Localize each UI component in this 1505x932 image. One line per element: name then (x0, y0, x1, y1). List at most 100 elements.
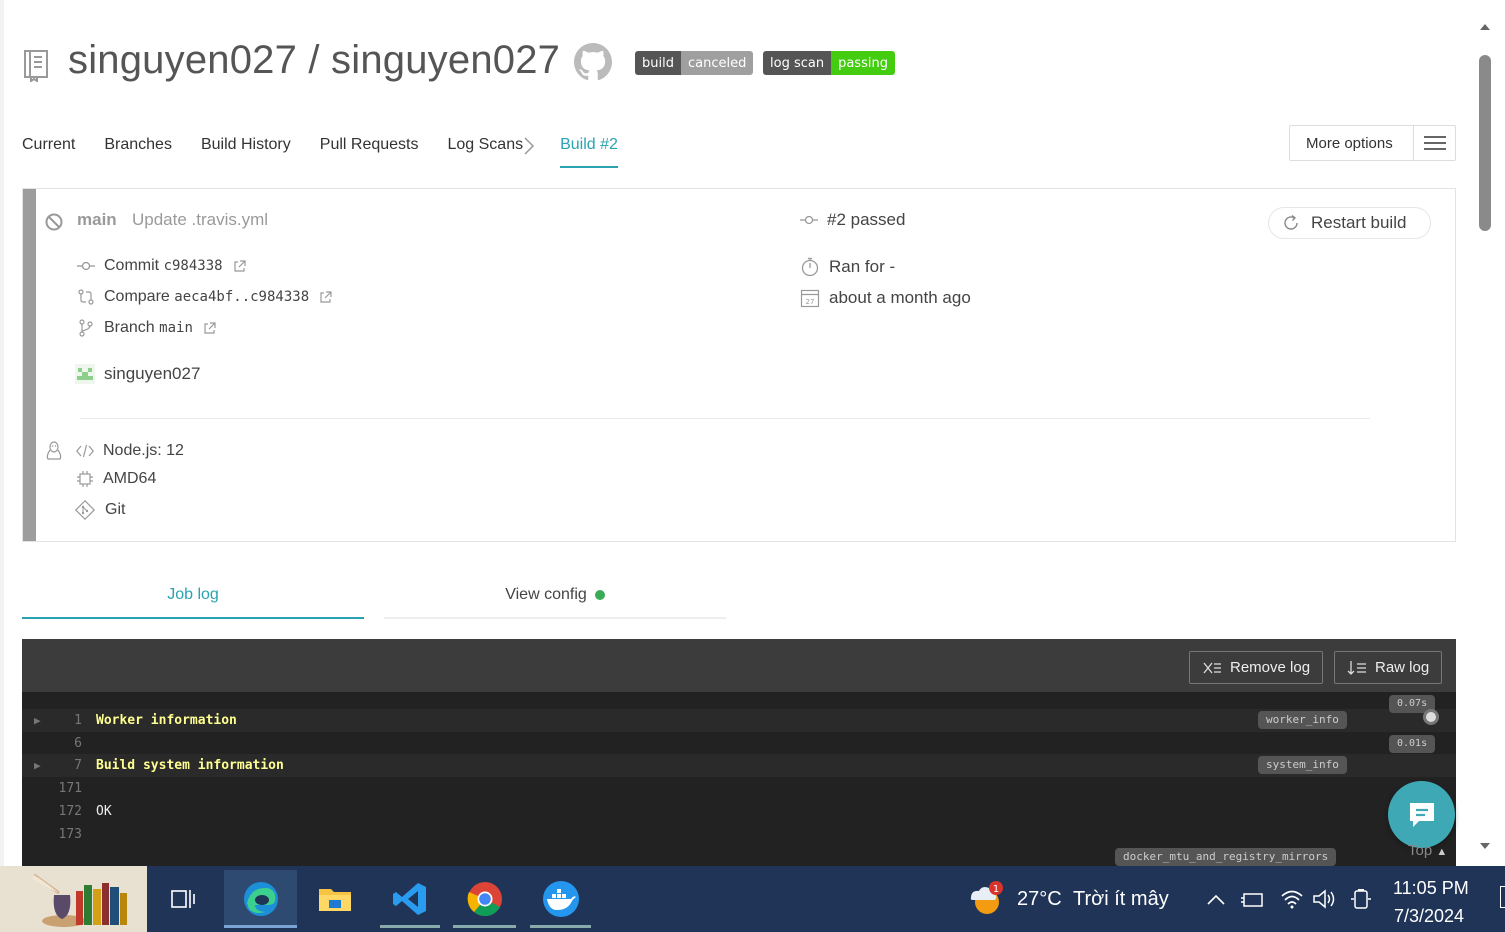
build-status-text: #2 passed (827, 210, 906, 229)
log-text: Worker information (96, 713, 237, 728)
restart-build-button[interactable]: Restart build (1268, 207, 1431, 239)
line-number[interactable]: 172 (52, 800, 82, 823)
task-view-button[interactable] (148, 870, 218, 928)
branch-label: Branch (104, 319, 155, 336)
log-follow-toggle[interactable] (1423, 709, 1439, 725)
build-duration: Ran for - (800, 257, 895, 277)
pen-device-icon[interactable] (1240, 890, 1266, 910)
log-line: 172 OK (22, 800, 1456, 823)
books-inkwell-icon (31, 873, 127, 927)
fold-arrow-icon[interactable]: ▶ (34, 754, 41, 777)
build-author: singuyen027 (75, 364, 200, 384)
scroll-up-arrow-icon[interactable] (1479, 22, 1491, 32)
speaker-icon[interactable] (1312, 888, 1336, 910)
log-line: 173 (22, 823, 1456, 846)
tab-build-history[interactable]: Build History (201, 134, 291, 168)
taskbar-file-explorer[interactable] (304, 870, 366, 928)
fold-arrow-icon[interactable]: ▶ (34, 709, 41, 732)
tab-build-2[interactable]: Build #2 (560, 134, 618, 168)
vcs-text: Git (105, 501, 126, 518)
taskbar-docker[interactable] (530, 870, 591, 928)
log-scan-badge[interactable]: log scan passing (763, 51, 895, 75)
repository-icon (24, 50, 48, 82)
wifi-icon[interactable] (1280, 888, 1304, 910)
scrollbar-thumb[interactable] (1479, 55, 1491, 231)
github-icon[interactable] (574, 43, 612, 81)
commit-link[interactable]: Commit c984338 (77, 257, 255, 275)
job-log-label: Job log (167, 586, 219, 603)
tab-view-config[interactable]: View config (384, 586, 726, 619)
chrome-icon (467, 882, 502, 917)
line-number[interactable]: 173 (52, 823, 82, 846)
badge-value: canceled (680, 51, 754, 75)
commit-icon (800, 215, 818, 225)
build-number-status[interactable]: #2 passed (800, 210, 905, 230)
raw-log-button[interactable]: Raw log (1334, 651, 1443, 684)
start-button[interactable] (0, 866, 147, 932)
repo-owner[interactable]: singuyen027 (68, 38, 297, 82)
clock-time[interactable]: 11:05 PM (1393, 878, 1469, 899)
remove-log-label: Remove log (1230, 659, 1311, 676)
battery-icon[interactable] (1350, 888, 1372, 910)
fold-tag: system_info (1258, 756, 1347, 774)
log-fold-worker-info[interactable]: ▶ 1 Worker information worker_info (22, 709, 1456, 732)
notification-icon[interactable] (1500, 886, 1505, 908)
language-info: Node.js: 12 (76, 442, 184, 460)
repo-title[interactable]: singuyen027 / singuyen027 (68, 38, 560, 83)
log-toolbar: Remove log Raw log (22, 639, 1456, 692)
raw-log-label: Raw log (1375, 659, 1430, 676)
tab-pull-requests[interactable]: Pull Requests (320, 134, 419, 168)
vscode-icon (393, 883, 426, 915)
taskbar-edge[interactable] (224, 870, 297, 928)
build-branch[interactable]: main (77, 210, 117, 230)
tab-branches[interactable]: Branches (104, 134, 172, 168)
fold-tag-docker: docker_mtu_and_registry_mirrors (1115, 848, 1337, 866)
compare-label: Compare (104, 288, 170, 305)
stopwatch-icon (801, 257, 819, 277)
running-indicator (530, 925, 591, 928)
ran-for-text: Ran for - (829, 257, 896, 276)
tab-job-log[interactable]: Job log (22, 586, 364, 619)
more-options-button[interactable]: More options (1289, 125, 1456, 161)
running-indicator (380, 925, 440, 928)
restart-icon (1284, 214, 1298, 230)
top-label: Top (1408, 842, 1433, 859)
weather-widget[interactable]: 1 27°C Trời ít mây (965, 870, 1180, 928)
raw-log-icon (1347, 660, 1366, 675)
repo-name[interactable]: singuyen027 (331, 38, 560, 82)
taskbar-vscode[interactable] (380, 870, 440, 928)
browser-page: singuyen027 / singuyen027 build canceled… (0, 0, 1478, 866)
git-icon (74, 499, 96, 521)
badge-key: build (635, 51, 681, 75)
log-text: OK (96, 804, 112, 819)
external-link-icon (320, 290, 332, 303)
compare-link[interactable]: Compare aeca4bf..c984338 (77, 288, 341, 306)
taskbar-chrome[interactable] (453, 870, 516, 928)
chat-icon (1409, 802, 1434, 827)
line-number[interactable]: 171 (52, 777, 82, 800)
chevron-up-icon[interactable] (1206, 894, 1226, 906)
scroll-down-arrow-icon[interactable] (1479, 841, 1491, 851)
repo-separator: / (308, 38, 320, 82)
docker-icon (542, 881, 579, 917)
fold-duration: 0.01s (1389, 735, 1436, 753)
tab-current[interactable]: Current (22, 134, 75, 168)
scroll-to-top-link[interactable]: Top ▲ (1408, 842, 1447, 859)
line-number[interactable]: 7 (52, 754, 82, 777)
calendar-icon: 27 (800, 289, 820, 308)
line-number[interactable]: 6 (52, 732, 82, 755)
build-status-badge[interactable]: build canceled (635, 51, 754, 75)
fold-tag: worker_info (1258, 711, 1347, 729)
tab-log-scans[interactable]: Log Scans (447, 134, 523, 168)
build-date: 27 about a month ago (800, 288, 971, 308)
chevron-right-icon (524, 137, 535, 155)
more-options-label: More options (1306, 134, 1393, 152)
line-number[interactable]: 1 (52, 709, 82, 732)
chat-support-button[interactable] (1388, 781, 1455, 848)
when-text: about a month ago (829, 288, 971, 307)
log-fold-system-info[interactable]: ▶ 7 Build system information system_info (22, 754, 1456, 777)
remove-log-button[interactable]: Remove log (1189, 651, 1324, 684)
clock-date[interactable]: 7/3/2024 (1394, 906, 1464, 927)
log-line: 6 (22, 732, 1456, 755)
branch-link[interactable]: Branch main (77, 319, 225, 337)
